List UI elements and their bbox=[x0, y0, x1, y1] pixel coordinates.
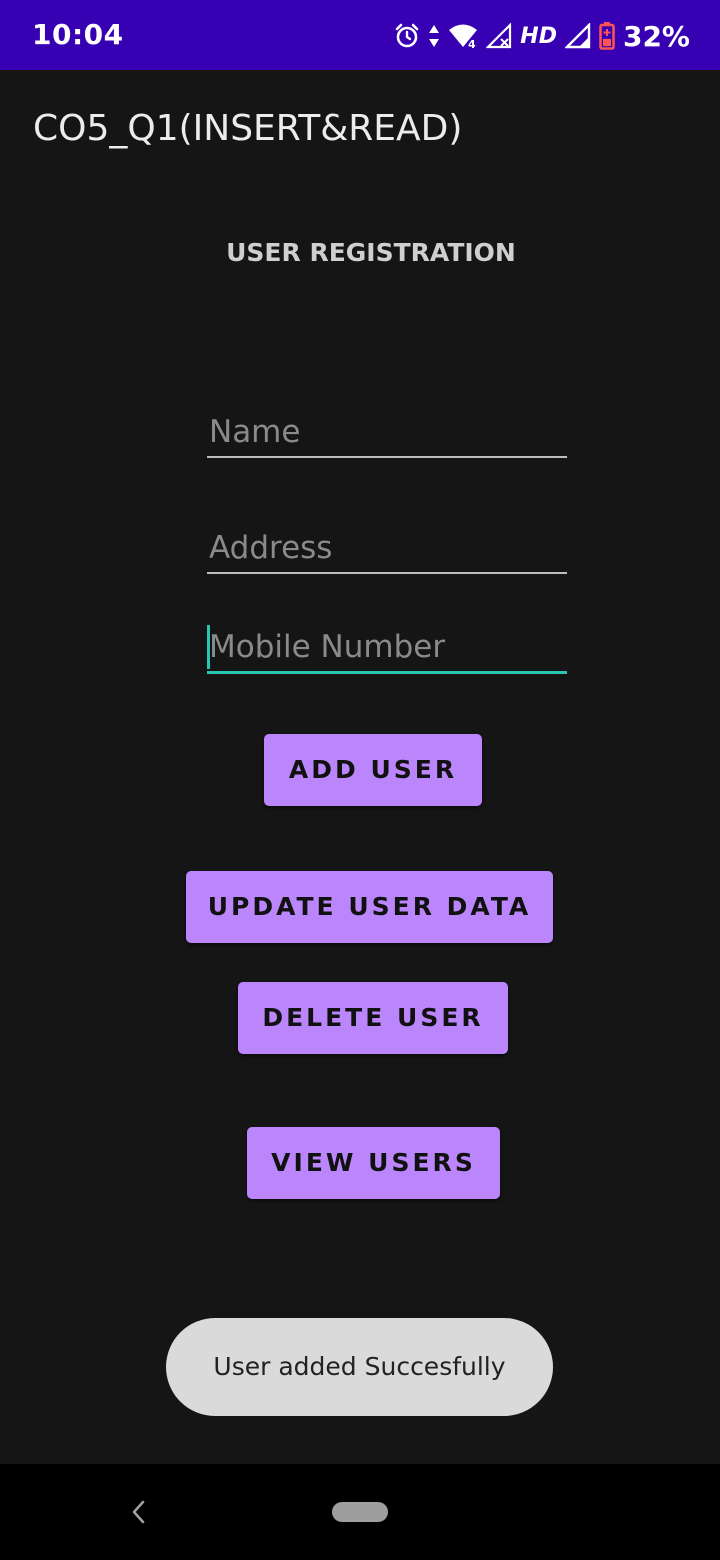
delete-user-button[interactable]: DELETE USER bbox=[238, 982, 508, 1054]
name-input[interactable] bbox=[207, 408, 567, 456]
hd-label: HD bbox=[520, 23, 557, 49]
screen: 10:04 4 HD 32% CO5_Q1(INSERT&READ) USER … bbox=[0, 0, 720, 1560]
back-icon[interactable] bbox=[126, 1498, 152, 1526]
address-field[interactable] bbox=[207, 524, 567, 574]
navigation-bar bbox=[0, 1464, 720, 1560]
add-user-button[interactable]: ADD USER bbox=[264, 734, 482, 806]
name-underline bbox=[207, 456, 567, 458]
form-heading: USER REGISTRATION bbox=[226, 238, 516, 267]
view-users-button[interactable]: VIEW USERS bbox=[247, 1127, 500, 1199]
data-arrows-icon bbox=[428, 23, 440, 49]
update-user-data-button[interactable]: UPDATE USER DATA bbox=[186, 871, 553, 943]
app-bar: CO5_Q1(INSERT&READ) bbox=[0, 70, 720, 190]
mobile-number-underline bbox=[207, 671, 567, 674]
address-underline bbox=[207, 572, 567, 574]
signal-icon bbox=[564, 23, 591, 49]
name-field[interactable] bbox=[207, 408, 567, 458]
home-pill-icon[interactable] bbox=[332, 1502, 388, 1522]
toast-message: User added Succesfully bbox=[166, 1318, 553, 1416]
signal-x-icon bbox=[486, 23, 512, 49]
address-input[interactable] bbox=[207, 524, 567, 572]
status-icons: 4 HD 32% bbox=[394, 16, 690, 56]
status-time: 10:04 bbox=[32, 18, 124, 51]
battery-percent: 32% bbox=[622, 19, 690, 53]
battery-icon bbox=[599, 22, 615, 50]
alarm-icon bbox=[394, 23, 420, 49]
wifi-4-icon: 4 bbox=[448, 23, 478, 49]
mobile-number-field[interactable] bbox=[207, 623, 567, 674]
mobile-number-input[interactable] bbox=[207, 623, 567, 671]
app-title: CO5_Q1(INSERT&READ) bbox=[33, 108, 463, 149]
text-cursor bbox=[207, 625, 210, 669]
svg-text:4: 4 bbox=[468, 38, 476, 49]
status-bar: 10:04 4 HD 32% bbox=[0, 0, 720, 70]
